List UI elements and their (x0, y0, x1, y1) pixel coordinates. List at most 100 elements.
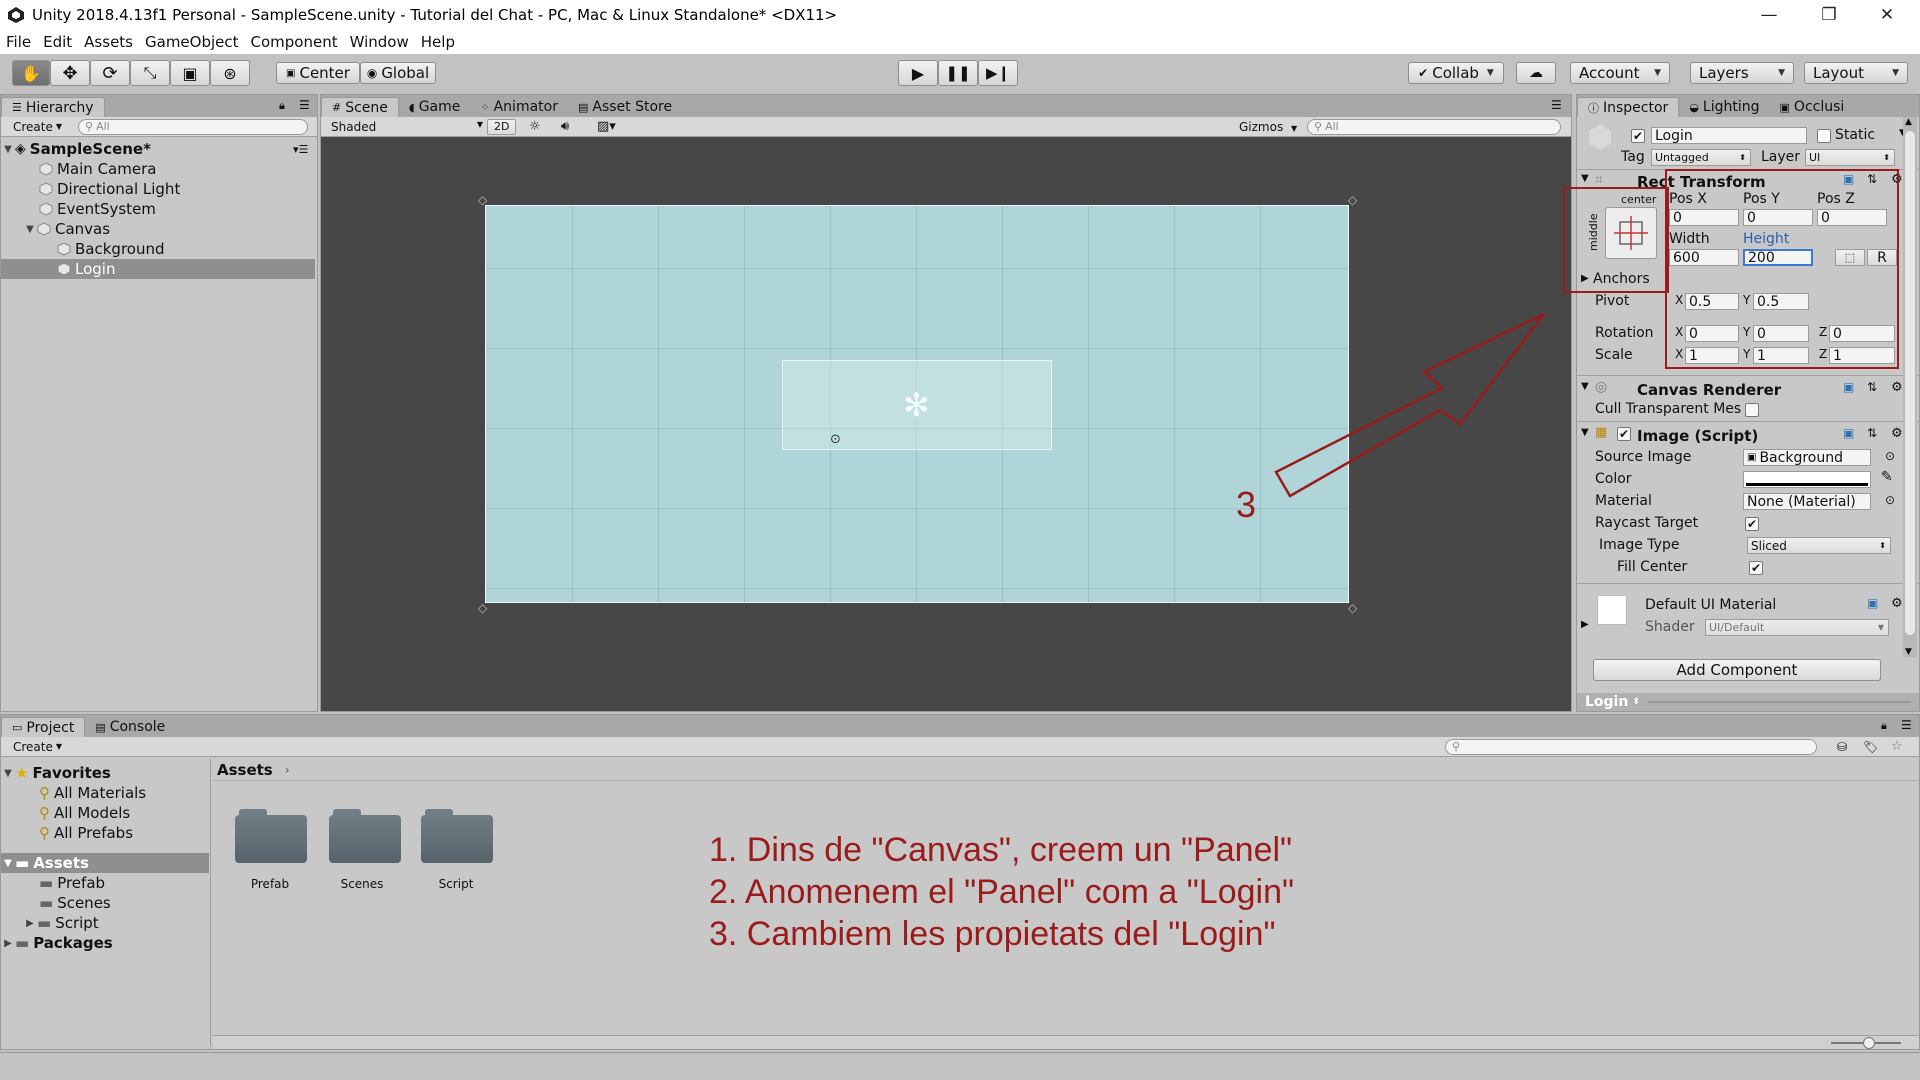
folder-tile-prefab[interactable] (235, 807, 307, 863)
menu-component[interactable]: Component (245, 33, 344, 51)
scale-tool-button[interactable]: ⤡ (130, 60, 170, 86)
hierarchy-item-eventsystem[interactable]: EventSystem (1, 199, 315, 219)
corner-handle-icon[interactable]: ◇ (1348, 193, 1357, 207)
layers-dropdown[interactable]: Layers ▼ (1690, 62, 1794, 84)
menu-assets[interactable]: Assets (78, 33, 139, 51)
preset-icon[interactable]: ⇅ (1867, 426, 1877, 440)
material-field[interactable]: None (Material) (1743, 493, 1871, 510)
fold-open-icon[interactable]: ▼ (23, 224, 37, 235)
project-search-input[interactable]: ⚲ (1445, 738, 1817, 755)
gear-icon[interactable]: ⚙ (1891, 596, 1903, 611)
favorites-row[interactable]: ▼ ★ Favorites (1, 763, 111, 783)
fold-open-icon[interactable]: ▼ (1, 858, 15, 869)
scrollbar-thumb[interactable] (1905, 131, 1915, 635)
hand-tool-button[interactable]: ✋ (12, 60, 50, 86)
hierarchy-item-directional-light[interactable]: Directional Light (1, 179, 315, 199)
tab-animator[interactable]: ⁘ Animator (470, 97, 568, 117)
cull-checkbox[interactable] (1745, 403, 1759, 417)
fold-open-icon[interactable]: ▼ (1, 768, 15, 779)
tab-project[interactable]: ▭ Project (1, 717, 86, 737)
lock-icon[interactable]: 🔒︎ (1881, 719, 1887, 733)
transform-tool-button[interactable]: ⊛ (210, 60, 250, 86)
asset-folder-row[interactable]: ▶ ▬ Script (23, 913, 99, 933)
step-button[interactable]: ▶❙ (978, 60, 1018, 86)
tab-lighting[interactable]: ◒ Lighting (1679, 97, 1769, 117)
hierarchy-item-main-camera[interactable]: Main Camera (1, 159, 315, 179)
object-picker-icon[interactable]: ⊙ (1885, 493, 1895, 507)
static-checkbox[interactable] (1817, 129, 1831, 143)
scroll-up-icon[interactable]: ▲ (1905, 117, 1912, 127)
project-create-button[interactable]: Create ▼ (7, 739, 68, 755)
toggle-2d-button[interactable]: 2D (487, 118, 517, 135)
favorite-item[interactable]: ⚲ All Prefabs (39, 823, 133, 843)
image-enabled-checkbox[interactable]: ✔ (1617, 427, 1631, 441)
lock-icon[interactable]: 🔒︎ (279, 99, 285, 113)
fold-closed-icon[interactable]: ▶ (1581, 619, 1589, 630)
menu-gameobject[interactable]: GameObject (139, 33, 245, 51)
close-button[interactable]: ✕ (1864, 0, 1910, 30)
fold-open-icon[interactable]: ▼ (1, 144, 15, 155)
rect-tool-button[interactable]: ▣ (170, 60, 210, 86)
packages-row[interactable]: ▶ ▬ Packages (1, 933, 113, 953)
scene-root-row[interactable]: ▼ ◈ SampleScene* ▾☰ (1, 139, 315, 159)
tab-console[interactable]: ▤ Console (85, 717, 175, 737)
assets-root-row[interactable]: ▼ ▬ Assets (1, 853, 209, 873)
pivot-rotation-toggle[interactable]: ◉ Global (360, 62, 436, 84)
add-component-button[interactable]: Add Component (1593, 659, 1881, 681)
inspector-scrollbar[interactable]: ▲ ▼ (1903, 117, 1917, 657)
gear-icon[interactable]: ⚙ (1891, 426, 1903, 441)
filter-label-icon[interactable]: 🏷︎ (1863, 740, 1878, 754)
menu-edit[interactable]: Edit (37, 33, 78, 51)
fold-open-icon[interactable]: ▼ (1581, 173, 1589, 184)
login-panel-rect[interactable]: ✻ ⊙ (782, 360, 1052, 450)
play-button[interactable]: ▶ (898, 60, 938, 86)
favorite-item[interactable]: ⚲ All Materials (39, 783, 146, 803)
collab-dropdown[interactable]: ✔ Collab ▼ (1408, 62, 1504, 84)
object-picker-icon[interactable]: ⊙ (1885, 449, 1895, 463)
favorite-star-icon[interactable]: ☆ (1891, 739, 1903, 754)
rotate-tool-button[interactable]: ⟳ (90, 60, 130, 86)
hierarchy-search-input[interactable]: ⚲ All (78, 118, 309, 135)
cloud-button[interactable]: ☁ (1516, 62, 1556, 84)
preview-footer[interactable]: Login ⬍ (1577, 693, 1919, 711)
scroll-down-icon[interactable]: ▼ (1905, 647, 1912, 657)
panel-menu-icon[interactable]: ☰ (1551, 98, 1562, 112)
fold-open-icon[interactable]: ▼ (1581, 427, 1589, 438)
shader-dropdown[interactable]: UI/Default ▼ (1705, 619, 1889, 636)
fold-open-icon[interactable]: ▼ (1581, 381, 1589, 392)
account-dropdown[interactable]: Account ▼ (1570, 62, 1670, 84)
tab-inspector[interactable]: ⓘ Inspector (1577, 97, 1680, 117)
asset-folder-row[interactable]: ▬ Prefab (39, 873, 105, 893)
fold-closed-icon[interactable]: ▶ (1, 938, 15, 949)
hierarchy-item-canvas[interactable]: ▼ Canvas (1, 219, 315, 239)
tab-occlusion[interactable]: ▣ Occlusi (1770, 97, 1845, 117)
active-checkbox[interactable]: ✔ (1631, 129, 1645, 143)
scene-search-input[interactable]: ⚲ All (1307, 118, 1561, 135)
pivot-mode-toggle[interactable]: ▣ Center (276, 62, 360, 84)
image-type-dropdown[interactable]: Sliced ⬍ (1747, 537, 1891, 554)
tab-scene[interactable]: # Scene (321, 97, 399, 117)
color-field[interactable] (1743, 471, 1871, 488)
fill-center-checkbox[interactable]: ✔ (1749, 561, 1763, 575)
preset-icon[interactable]: ⇅ (1867, 380, 1877, 394)
eyedropper-icon[interactable]: ✎ (1881, 469, 1893, 485)
anchor-gizmo-icon[interactable]: ✻ (903, 389, 930, 421)
layout-dropdown[interactable]: Layout ▼ (1804, 62, 1908, 84)
breadcrumb-assets[interactable]: Assets (217, 761, 273, 779)
audio-toggle-icon[interactable]: 🔊︎ (561, 119, 569, 134)
move-tool-button[interactable]: ✥ (50, 60, 90, 86)
maximize-button[interactable]: ❐ (1806, 0, 1852, 30)
hierarchy-item-background[interactable]: Background (1, 239, 315, 259)
source-image-field[interactable]: ▣ Background (1743, 449, 1871, 466)
corner-handle-icon[interactable]: ◇ (1348, 601, 1357, 615)
layer-dropdown[interactable]: UI ⬍ (1805, 149, 1895, 166)
lighting-toggle-icon[interactable]: ☼ (529, 119, 541, 134)
pause-button[interactable]: ❚❚ (938, 60, 978, 86)
shading-mode-dropdown[interactable]: Shaded ▼ (331, 120, 483, 134)
tab-hierarchy[interactable]: ☰ Hierarchy (1, 97, 105, 117)
raycast-checkbox[interactable]: ✔ (1745, 517, 1759, 531)
gear-icon[interactable]: ⚙ (1891, 380, 1903, 395)
object-name-field[interactable]: Login (1651, 127, 1807, 144)
fold-closed-icon[interactable]: ▶ (23, 918, 37, 929)
hierarchy-item-login[interactable]: Login (1, 259, 315, 279)
